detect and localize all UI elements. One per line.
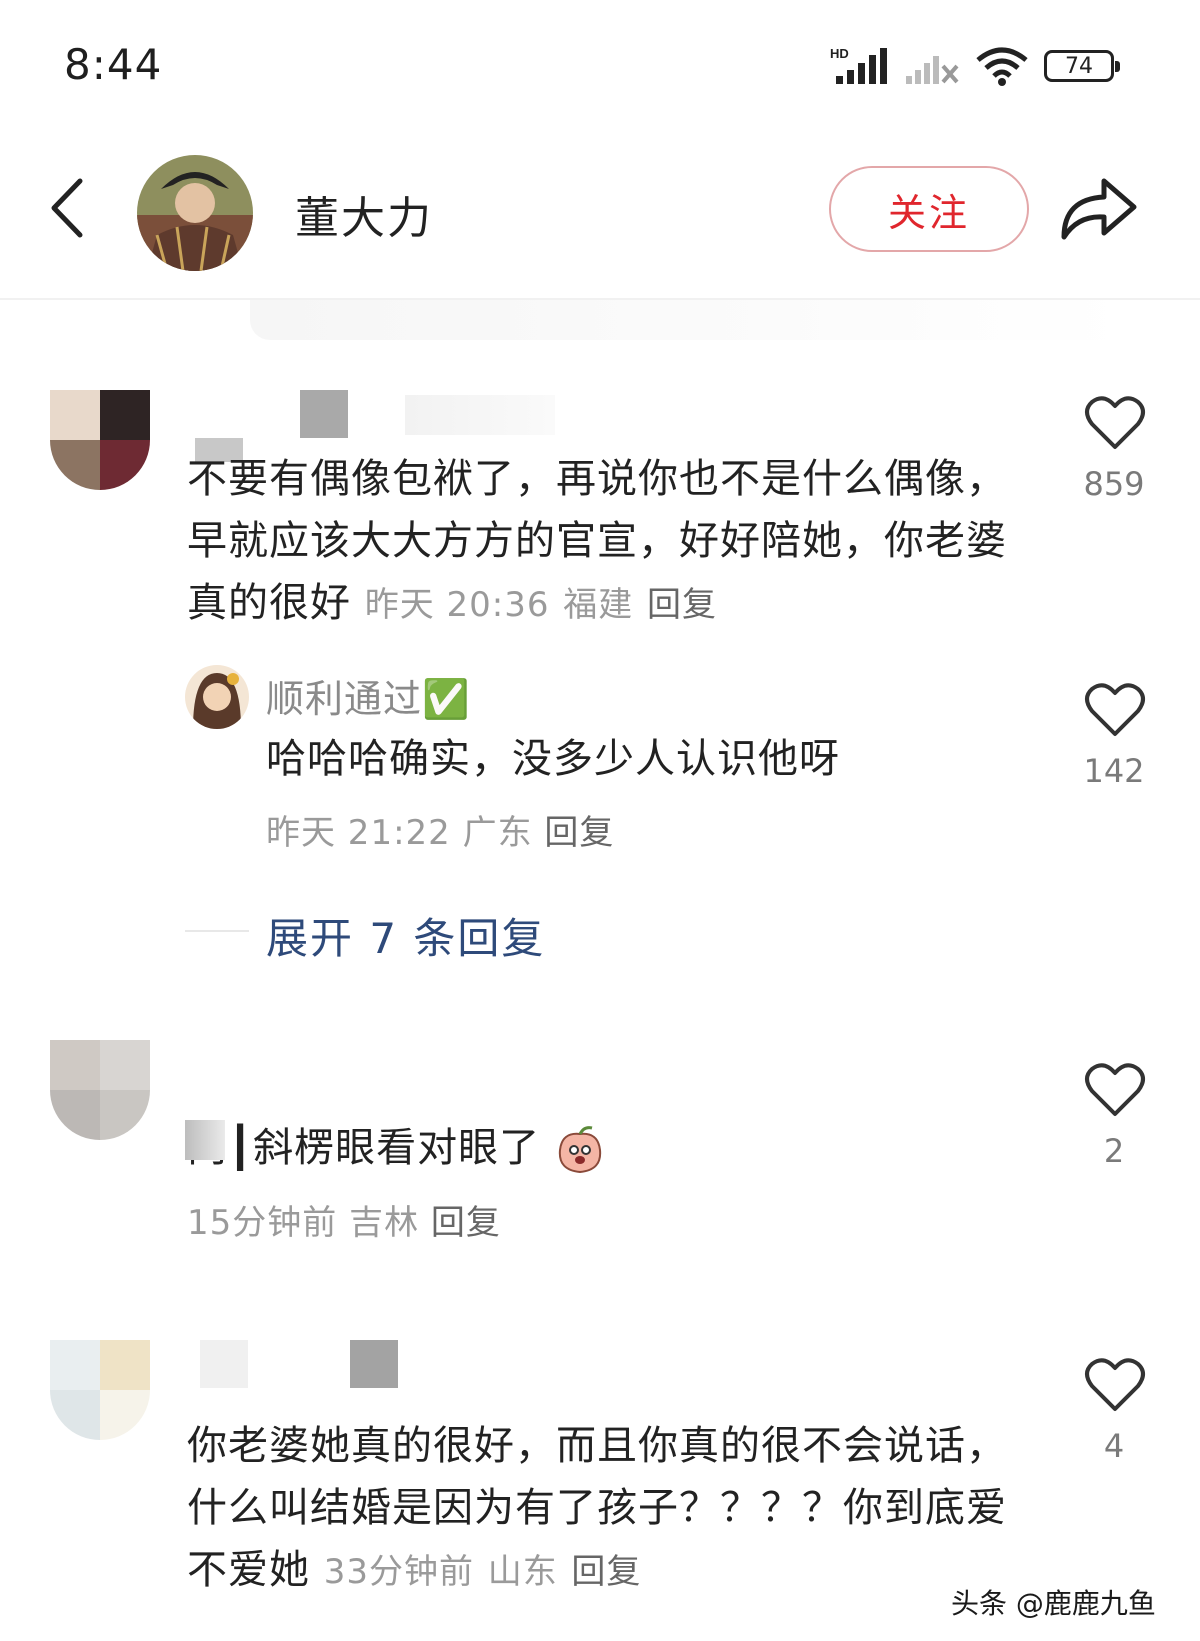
comment-text: 你老婆她真的很好，而且你真的很不会说话，什么叫结婚是因为有了孩子？？？？你到底爱… [187,1415,1017,1603]
username-redacted [405,395,555,435]
reply-text: 哈哈哈确实，没多少人认识他呀 [266,736,840,782]
network-label: HD [830,46,849,61]
like-button[interactable] [1084,1062,1146,1122]
comment-location: 吉林 [349,1203,420,1243]
username-redacted [350,1340,398,1388]
like-count: 2 [1103,1132,1125,1170]
peach-emoji-icon [558,1126,601,1174]
comment-text: 两┃斜楞眼看对眼了 [187,1117,606,1179]
username-redacted [300,390,348,438]
comment-time: 15分钟前 [187,1203,338,1243]
wifi-icon [976,47,1028,86]
expand-replies-button[interactable]: 展开 7 条回复 [266,905,545,966]
heart-icon [1085,396,1145,449]
heart-icon [1085,1358,1145,1411]
heart-icon [1085,1063,1145,1116]
like-count: 142 [1083,752,1145,790]
avatar[interactable] [137,155,253,271]
avatar[interactable] [50,1040,150,1140]
like-count: 4 [1103,1427,1125,1465]
like-count: 859 [1083,465,1145,503]
reply-button[interactable]: 回复 [544,813,614,853]
comment-body: 两┃斜楞眼看对眼了 [187,1125,541,1171]
reply-button[interactable]: 回复 [571,1552,641,1592]
comment-meta: 15分钟前 吉林 回复 [187,1195,501,1244]
comment-location: 福建 [563,585,634,625]
avatar[interactable] [50,1340,150,1440]
signal-hd-icon: HD [830,46,887,84]
reply-meta: 昨天 21:22 广东 回复 [266,805,614,854]
avatar[interactable] [185,665,249,729]
previous-comment-fragment [250,300,1130,340]
status-icons: HD 74 [830,44,1120,88]
signal-off-icon [906,56,959,84]
username-redacted [200,1340,248,1388]
battery-icon: 74 [1044,50,1120,82]
like-button[interactable] [1084,395,1146,455]
reply-location: 广东 [462,813,533,853]
comment-time: 昨天 20:36 [364,585,550,625]
comment-time: 33分钟前 [323,1552,474,1592]
page-title: 董大力 [295,193,433,244]
battery-level: 74 [1065,53,1093,79]
status-time: 8:44 [64,40,163,89]
expand-divider [185,930,249,932]
watermark: 头条 @鹿鹿九鱼 [945,1580,1162,1624]
comment-location: 山东 [487,1552,558,1592]
text-redacted [185,1120,225,1160]
reply-time: 昨天 21:22 [266,813,451,853]
follow-button[interactable]: 关注 [829,166,1029,252]
reply-username[interactable]: 顺利通过✅ [266,668,470,723]
comment-text: 不要有偶像包袱了，再说你也不是什么偶像，早就应该大大方方的官宣，好好陪她，你老婆… [187,448,1017,636]
avatar[interactable] [50,390,150,490]
reply-button[interactable]: 回复 [647,585,717,625]
heart-icon [1085,683,1145,736]
reply-button[interactable]: 回复 [431,1203,501,1243]
like-button[interactable] [1084,682,1146,742]
back-arrow-icon[interactable] [44,175,88,241]
share-icon[interactable] [1058,175,1138,241]
like-button[interactable] [1084,1357,1146,1417]
